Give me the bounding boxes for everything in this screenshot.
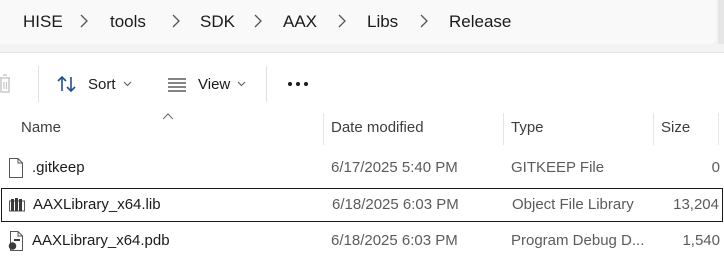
chevron-right-icon: [254, 14, 262, 28]
chevron-right-icon: [338, 14, 346, 28]
blank-file-icon: [9, 158, 23, 178]
view-label: View: [198, 75, 231, 93]
delete-button[interactable]: [0, 69, 16, 99]
chevron-right-icon: [420, 14, 428, 28]
breadcrumb-item-release[interactable]: Release: [449, 12, 511, 32]
file-row-aaxlibrary-lib[interactable]: AAXLibrary_x64.lib 6/18/2025 6:03 PM Obj…: [1, 188, 723, 222]
file-date-modified: 6/18/2025 6:03 PM: [331, 232, 458, 249]
file-date-modified: 6/17/2025 5:40 PM: [331, 159, 458, 176]
file-size: 1,540: [682, 232, 720, 249]
file-size: 13,204: [673, 196, 719, 213]
breadcrumb-item-tools[interactable]: tools: [110, 12, 146, 32]
sort-ascending-arrow-icon: [162, 113, 174, 120]
view-list-icon: [168, 78, 186, 92]
toolbar-divider: [266, 66, 267, 102]
column-header-type[interactable]: Type: [511, 113, 544, 143]
column-header-row: Name Date modified Type Size: [0, 113, 724, 145]
file-type: GITKEEP File: [511, 159, 605, 176]
more-dots-icon: [288, 82, 308, 86]
command-bar: Sort View: [0, 53, 724, 113]
file-name: .gitkeep: [32, 159, 85, 176]
more-options-button[interactable]: [287, 69, 309, 99]
file-name: AAXLibrary_x64.pdb: [32, 232, 170, 249]
debug-file-icon: [8, 231, 23, 251]
breadcrumb[interactable]: HISE tools SDK AAX Libs Release: [0, 0, 716, 44]
toolbar-divider: [38, 66, 39, 102]
column-header-date-modified[interactable]: Date modified: [331, 113, 424, 143]
breadcrumb-item-libs[interactable]: Libs: [367, 12, 398, 32]
trash-icon: [0, 74, 10, 93]
sort-label: Sort: [88, 75, 116, 93]
chevron-down-icon: [237, 81, 246, 87]
column-header-size[interactable]: Size: [661, 113, 690, 143]
chevron-down-icon: [123, 81, 131, 87]
sort-button[interactable]: Sort: [57, 69, 132, 99]
column-divider[interactable]: [653, 113, 654, 145]
file-name: AAXLibrary_x64.lib: [33, 196, 161, 213]
chevron-right-icon: [80, 14, 88, 28]
column-divider[interactable]: [503, 113, 504, 145]
chevron-right-icon: [172, 14, 180, 28]
file-row-gitkeep[interactable]: .gitkeep 6/17/2025 5:40 PM GITKEEP File …: [0, 152, 724, 184]
column-divider[interactable]: [323, 113, 324, 145]
column-divider[interactable]: [718, 113, 719, 145]
library-file-icon: [9, 198, 25, 212]
breadcrumb-item-aax[interactable]: AAX: [283, 12, 317, 32]
breadcrumb-item-sdk[interactable]: SDK: [200, 12, 235, 32]
address-bar: HISE tools SDK AAX Libs Release: [0, 0, 724, 53]
file-size: 0: [711, 159, 720, 176]
view-button[interactable]: View: [167, 69, 246, 99]
breadcrumb-item-hise[interactable]: HISE: [23, 12, 63, 32]
address-bar-edge-button[interactable]: [718, 0, 724, 44]
column-header-name[interactable]: Name: [21, 113, 61, 143]
file-type: Object File Library: [512, 196, 634, 213]
sort-icon: [57, 75, 76, 93]
file-date-modified: 6/18/2025 6:03 PM: [332, 196, 459, 213]
file-row-aaxlibrary-pdb[interactable]: AAXLibrary_x64.pdb 6/18/2025 6:03 PM Pro…: [0, 225, 724, 257]
file-type: Program Debug D...: [511, 232, 645, 249]
